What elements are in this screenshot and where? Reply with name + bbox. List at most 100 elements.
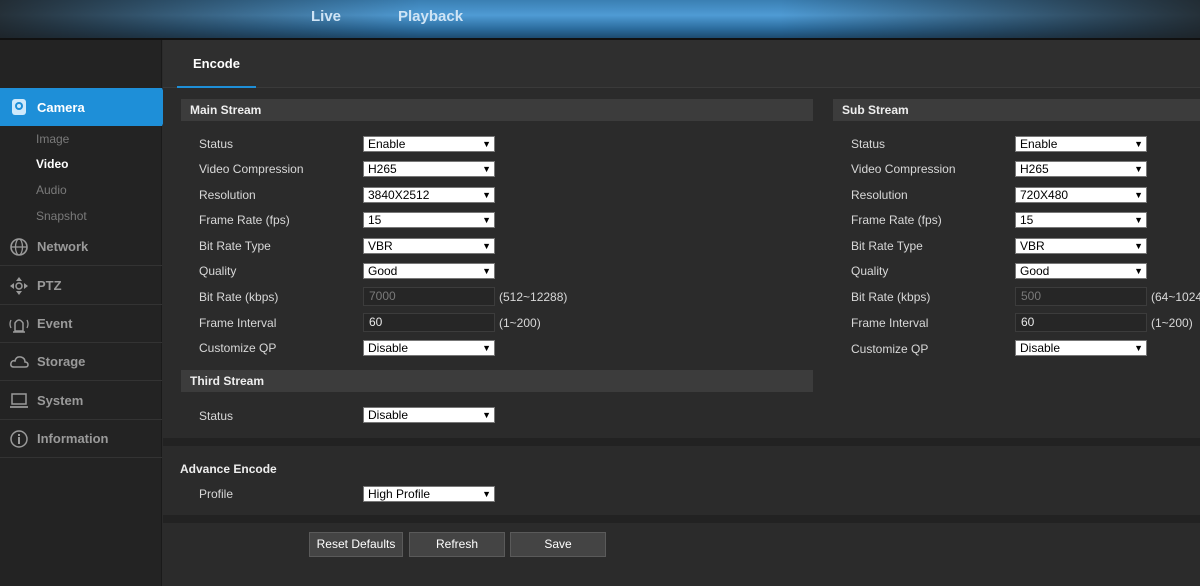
sub-video-compression-select[interactable]: H265 ▼: [1015, 161, 1147, 177]
info-icon: [8, 428, 30, 450]
sub-frame-interval-hint: (1~200): [1151, 316, 1193, 330]
sub-bit-rate-label: Bit Rate (kbps): [851, 290, 931, 304]
sidebar-item-label: System: [37, 393, 84, 408]
sidebar-item-network[interactable]: Network: [0, 228, 162, 266]
sub-frame-rate-label: Frame Rate (fps): [851, 213, 942, 227]
sub-bit-rate-input[interactable]: 500: [1015, 287, 1147, 306]
main-status-select[interactable]: Enable ▼: [363, 136, 495, 152]
nav-playback[interactable]: Playback: [398, 8, 463, 25]
sub-bit-rate-hint: (64~1024: [1151, 290, 1200, 304]
main-frame-rate-label: Frame Rate (fps): [199, 213, 290, 227]
reset-defaults-button[interactable]: Reset Defaults: [309, 532, 403, 557]
main-video-compression-select[interactable]: H265 ▼: [363, 161, 495, 177]
save-button[interactable]: Save: [510, 532, 606, 557]
sub-stream-header: Sub Stream: [833, 99, 1200, 121]
main-video-compression-label: Video Compression: [199, 162, 304, 176]
sub-frame-interval-input[interactable]: 60: [1015, 313, 1147, 332]
third-status-select[interactable]: Disable ▼: [363, 407, 495, 423]
main-bit-rate-input[interactable]: 7000: [363, 287, 495, 306]
tab-bar: Encode: [163, 40, 1200, 88]
ptz-icon: [8, 275, 30, 297]
sidebar-item-label: Information: [37, 431, 109, 446]
sidebar-item-label: Network: [37, 239, 89, 254]
third-status-label: Status: [199, 409, 234, 423]
main-bit-rate-hint: (512~12288): [499, 290, 568, 304]
refresh-button[interactable]: Refresh: [409, 532, 505, 557]
chevron-down-icon: ▼: [1134, 266, 1143, 276]
content-panel: Encode Main Stream Status Enable ▼ Video …: [163, 40, 1200, 586]
top-navigation-bar: [0, 0, 1200, 38]
sub-frame-interval-label: Frame Interval: [851, 316, 929, 330]
advance-encode-title: Advance Encode: [180, 462, 277, 476]
chevron-down-icon: ▼: [482, 241, 491, 251]
sidebar-item-ptz[interactable]: PTZ: [0, 267, 162, 305]
chevron-down-icon: ▼: [1134, 190, 1143, 200]
profile-label: Profile: [199, 487, 234, 501]
sidebar-subitem-image[interactable]: Image: [36, 132, 69, 146]
chevron-down-icon: ▼: [482, 266, 491, 276]
section-divider: [163, 515, 1200, 523]
tab-encode[interactable]: Encode: [177, 40, 256, 88]
main-resolution-select[interactable]: 3840X2512 ▼: [363, 187, 495, 203]
sub-frame-rate-select[interactable]: 15 ▼: [1015, 212, 1147, 228]
main-resolution-label: Resolution: [199, 188, 256, 202]
main-status-label: Status: [199, 137, 234, 151]
sidebar-item-storage[interactable]: Storage: [0, 343, 162, 381]
section-divider: [163, 438, 1200, 446]
main-bit-rate-label: Bit Rate (kbps): [199, 290, 279, 304]
sidebar-subitem-audio[interactable]: Audio: [36, 183, 67, 197]
alarm-icon: [8, 313, 30, 335]
main-quality-label: Quality: [199, 264, 237, 278]
cloud-storage-icon: [8, 351, 30, 373]
main-quality-select[interactable]: Good ▼: [363, 263, 495, 279]
main-frame-interval-label: Frame Interval: [199, 316, 277, 330]
nav-live[interactable]: Live: [311, 8, 341, 25]
main-customize-qp-label: Customize QP: [199, 341, 277, 355]
main-bit-rate-type-label: Bit Rate Type: [199, 239, 271, 253]
chevron-down-icon: ▼: [482, 164, 491, 174]
sub-quality-select[interactable]: Good ▼: [1015, 263, 1147, 279]
sub-resolution-select[interactable]: 720X480 ▼: [1015, 187, 1147, 203]
main-stream-header: Main Stream: [181, 99, 813, 121]
sub-resolution-label: Resolution: [851, 188, 908, 202]
chevron-down-icon: ▼: [1134, 343, 1143, 353]
chevron-down-icon: ▼: [1134, 241, 1143, 251]
sub-status-select[interactable]: Enable ▼: [1015, 136, 1147, 152]
sub-customize-qp-select[interactable]: Disable ▼: [1015, 340, 1147, 356]
sidebar: Camera Image Video Audio Snapshot Networ…: [0, 40, 170, 586]
globe-icon: [8, 236, 30, 258]
sub-bit-rate-type-select[interactable]: VBR ▼: [1015, 238, 1147, 254]
sub-customize-qp-label: Customize QP: [851, 342, 929, 356]
main-frame-interval-input[interactable]: 60: [363, 313, 495, 332]
chevron-down-icon: ▼: [482, 215, 491, 225]
sub-video-compression-label: Video Compression: [851, 162, 956, 176]
chevron-down-icon: ▼: [482, 343, 491, 353]
main-bit-rate-type-select[interactable]: VBR ▼: [363, 238, 495, 254]
main-customize-qp-select[interactable]: Disable ▼: [363, 340, 495, 356]
chevron-down-icon: ▼: [1134, 139, 1143, 149]
chevron-down-icon: ▼: [482, 190, 491, 200]
chevron-down-icon: ▼: [482, 139, 491, 149]
computer-icon: [8, 390, 30, 412]
third-stream-header: Third Stream: [181, 370, 813, 392]
main-frame-interval-hint: (1~200): [499, 316, 541, 330]
sidebar-item-label: Storage: [37, 354, 86, 369]
camera-icon: [8, 96, 30, 118]
chevron-down-icon: ▼: [482, 410, 491, 420]
chevron-down-icon: ▼: [1134, 164, 1143, 174]
profile-select[interactable]: High Profile ▼: [363, 486, 495, 502]
sidebar-item-camera[interactable]: Camera: [0, 88, 170, 126]
sidebar-subitem-snapshot[interactable]: Snapshot: [36, 209, 87, 223]
chevron-down-icon: ▼: [482, 489, 491, 499]
sidebar-item-event[interactable]: Event: [0, 305, 162, 343]
chevron-down-icon: ▼: [1134, 215, 1143, 225]
sidebar-item-label: Camera: [37, 99, 85, 115]
sidebar-item-label: Event: [37, 316, 73, 331]
main-frame-rate-select[interactable]: 15 ▼: [363, 212, 495, 228]
sidebar-item-system[interactable]: System: [0, 382, 162, 420]
sub-bit-rate-type-label: Bit Rate Type: [851, 239, 923, 253]
sidebar-subitem-video[interactable]: Video: [36, 157, 68, 171]
sub-quality-label: Quality: [851, 264, 889, 278]
sub-status-label: Status: [851, 137, 886, 151]
sidebar-item-information[interactable]: Information: [0, 420, 162, 458]
